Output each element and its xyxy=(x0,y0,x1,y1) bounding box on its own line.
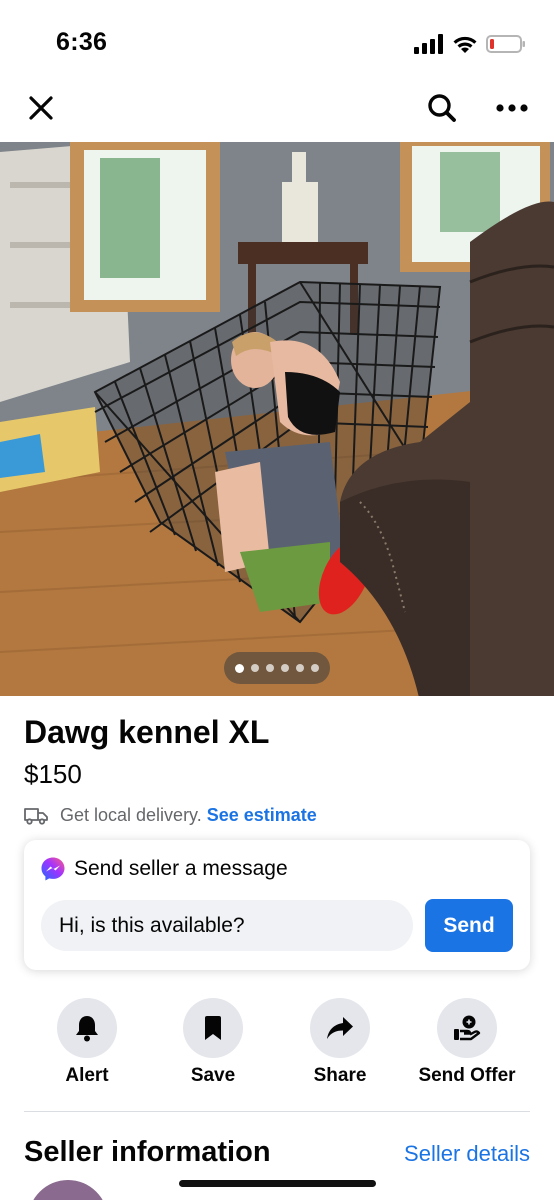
seller-information-heading: Seller information xyxy=(24,1136,271,1168)
bookmark-icon xyxy=(205,1016,221,1040)
photo-pager[interactable] xyxy=(224,652,330,684)
wifi-icon xyxy=(453,36,477,53)
close-button[interactable] xyxy=(19,86,63,130)
pager-dot[interactable] xyxy=(281,664,289,672)
status-icons xyxy=(414,34,526,54)
send-offer-button[interactable]: Send Offer xyxy=(402,998,532,1087)
bell-icon xyxy=(76,1016,98,1042)
pager-dot[interactable] xyxy=(296,664,304,672)
top-nav xyxy=(0,80,554,142)
listing-price: $150 xyxy=(24,759,82,789)
close-icon xyxy=(29,96,53,120)
alert-button[interactable]: Alert xyxy=(22,998,152,1087)
pager-dot[interactable] xyxy=(311,664,319,672)
action-bar: Alert Save Share Send Offer xyxy=(0,998,554,1098)
listing-title: Dawg kennel XL xyxy=(24,714,270,750)
search-icon xyxy=(428,94,456,122)
status-bar: 6:36 xyxy=(0,0,554,80)
save-label: Save xyxy=(190,1065,236,1086)
alert-label: Alert xyxy=(65,1065,109,1086)
share-button[interactable]: Share xyxy=(275,998,405,1087)
message-header-text: Send seller a message xyxy=(74,857,288,880)
listing-photo[interactable] xyxy=(0,142,554,696)
more-icon xyxy=(496,104,528,112)
battery-icon xyxy=(486,35,525,53)
pager-dot[interactable] xyxy=(266,664,274,672)
pager-dot[interactable] xyxy=(235,663,244,673)
more-options-button[interactable] xyxy=(490,86,534,130)
delivery-truck-icon xyxy=(24,807,48,825)
seller-avatar[interactable] xyxy=(28,1180,108,1200)
pager-dot[interactable] xyxy=(251,664,259,672)
status-time: 6:36 xyxy=(56,28,108,56)
share-icon xyxy=(327,1017,353,1039)
divider xyxy=(24,1111,530,1112)
send-offer-label: Send Offer xyxy=(418,1065,516,1086)
seller-details-link[interactable]: Seller details xyxy=(404,1141,530,1167)
see-estimate-link[interactable]: See estimate xyxy=(207,805,317,825)
listing-photo-image xyxy=(0,142,554,696)
share-label: Share xyxy=(313,1065,367,1086)
messenger-icon xyxy=(41,857,65,881)
save-button[interactable]: Save xyxy=(148,998,278,1087)
message-input[interactable]: Hi, is this available? xyxy=(41,900,413,951)
send-button[interactable]: Send xyxy=(425,899,513,952)
offer-icon xyxy=(454,1015,481,1041)
delivery-row: Get local delivery. See estimate xyxy=(24,805,317,826)
delivery-text: Get local delivery. xyxy=(60,805,202,825)
cellular-signal-icon xyxy=(414,34,443,54)
home-indicator xyxy=(179,1180,376,1187)
message-seller-card: Send seller a message Hi, is this availa… xyxy=(24,840,530,970)
message-header: Send seller a message xyxy=(40,856,288,882)
search-button[interactable] xyxy=(420,86,464,130)
